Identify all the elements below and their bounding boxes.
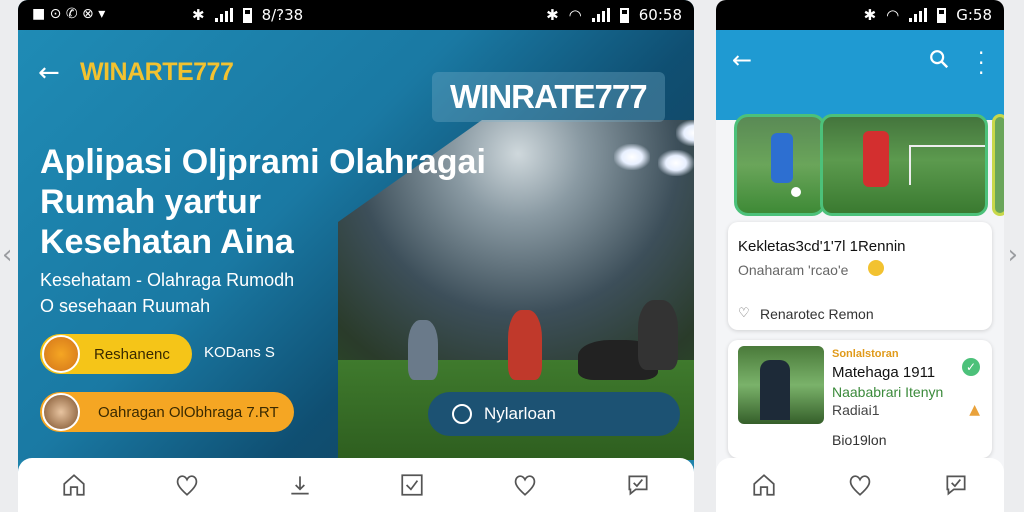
player-photo <box>738 346 824 424</box>
status-bar: ✱ ◠ G:58 <box>716 0 1004 30</box>
heart-icon[interactable] <box>846 471 874 499</box>
wifi-icon: ◠ <box>886 6 900 24</box>
avatar <box>42 393 80 431</box>
signal-icon <box>909 8 928 22</box>
player-figure <box>760 360 790 420</box>
match-thumbnail[interactable] <box>734 114 826 216</box>
heart-icon[interactable] <box>173 471 201 499</box>
player-figure <box>863 131 889 187</box>
status-left-icons: ■ ⊙ ✆ ⊗ ▾ <box>32 6 106 22</box>
battery-icon <box>619 7 629 23</box>
back-arrow-icon[interactable]: ← <box>732 46 752 74</box>
home-icon[interactable] <box>60 471 88 499</box>
heart-icon: ♡ <box>738 306 750 321</box>
floodlight <box>658 150 694 176</box>
headline: Aplipasi Oljprami Olahragai Rumah yartur… <box>40 143 486 261</box>
next-arrow[interactable]: › <box>1008 240 1018 270</box>
signal-icon <box>591 8 610 22</box>
badge-icon <box>868 260 884 276</box>
app-logo: WINARTE777 <box>80 58 234 86</box>
player-figure <box>508 310 542 380</box>
bottom-nav <box>716 458 1004 512</box>
check-icon: ✓ <box>962 358 980 376</box>
chat-icon[interactable] <box>624 471 652 499</box>
status-time: G:58 <box>956 6 992 24</box>
subtitle: Kesehatam - Olahraga Rumodh <box>40 270 295 290</box>
back-arrow-icon[interactable]: ← <box>38 58 60 88</box>
category-pill[interactable]: Reshanenc <box>40 334 192 374</box>
player-figure <box>638 300 678 370</box>
floodlight <box>676 120 694 146</box>
brand-banner: WINRATE777 <box>432 72 665 122</box>
bluetooth-icon: ✱ <box>192 6 205 24</box>
bottom-nav <box>18 458 694 512</box>
goal-net <box>909 145 985 185</box>
floodlight <box>614 144 650 170</box>
refresh-icon <box>452 404 472 424</box>
status-time-right: 60:58 <box>638 6 682 24</box>
phone-screen-detail: ✱ ◠ G:58 ← · · · Kekletas3cd'1'7l 1Rennin … <box>716 0 1004 512</box>
ball-icon <box>791 187 801 197</box>
checkbox-icon[interactable] <box>398 471 426 499</box>
warning-icon: ▲ <box>969 402 980 418</box>
prev-arrow[interactable]: ‹ <box>2 240 12 270</box>
phone-screen-main: ■ ⊙ ✆ ⊗ ▾ ✱ 8/?38 ✱ ◠ 60:58 ← WINARTE777… <box>18 0 694 512</box>
app-header <box>716 30 1004 120</box>
upload-icon[interactable] <box>286 471 314 499</box>
action-button[interactable]: Nylarloan <box>428 392 680 436</box>
match-image[interactable] <box>820 114 988 216</box>
next-thumbnail[interactable] <box>992 114 1004 216</box>
category-pill[interactable]: Oahragan OlObhraga 7.RT <box>40 392 294 432</box>
bluetooth-icon: ✱ <box>546 6 559 24</box>
avatar <box>42 335 80 373</box>
battery-icon <box>242 7 252 23</box>
battery-icon <box>937 7 947 23</box>
pill-label: KODans S <box>204 344 275 361</box>
home-icon[interactable] <box>750 471 778 499</box>
subtitle: O sesehaan Ruumah <box>40 296 211 316</box>
status-bar: ■ ⊙ ✆ ⊗ ▾ ✱ 8/?38 ✱ ◠ 60:58 <box>18 0 694 30</box>
player-figure <box>408 320 438 380</box>
heart-icon[interactable] <box>511 471 539 499</box>
player-figure <box>771 133 793 183</box>
more-vert-icon[interactable]: · · · <box>978 43 984 83</box>
info-card[interactable]: Kekletas3cd'1'7l 1Rennin Onaharam 'rcao'… <box>728 222 992 330</box>
chat-icon[interactable] <box>942 471 970 499</box>
player-card[interactable]: Sonlalstoran Matehaga 1911 Naababrari It… <box>728 340 992 458</box>
bluetooth-icon: ✱ <box>863 6 877 24</box>
signal-icon <box>214 8 233 22</box>
search-icon[interactable] <box>928 48 950 75</box>
status-time: 8/?38 <box>261 6 304 24</box>
wifi-icon: ◠ <box>568 6 582 24</box>
